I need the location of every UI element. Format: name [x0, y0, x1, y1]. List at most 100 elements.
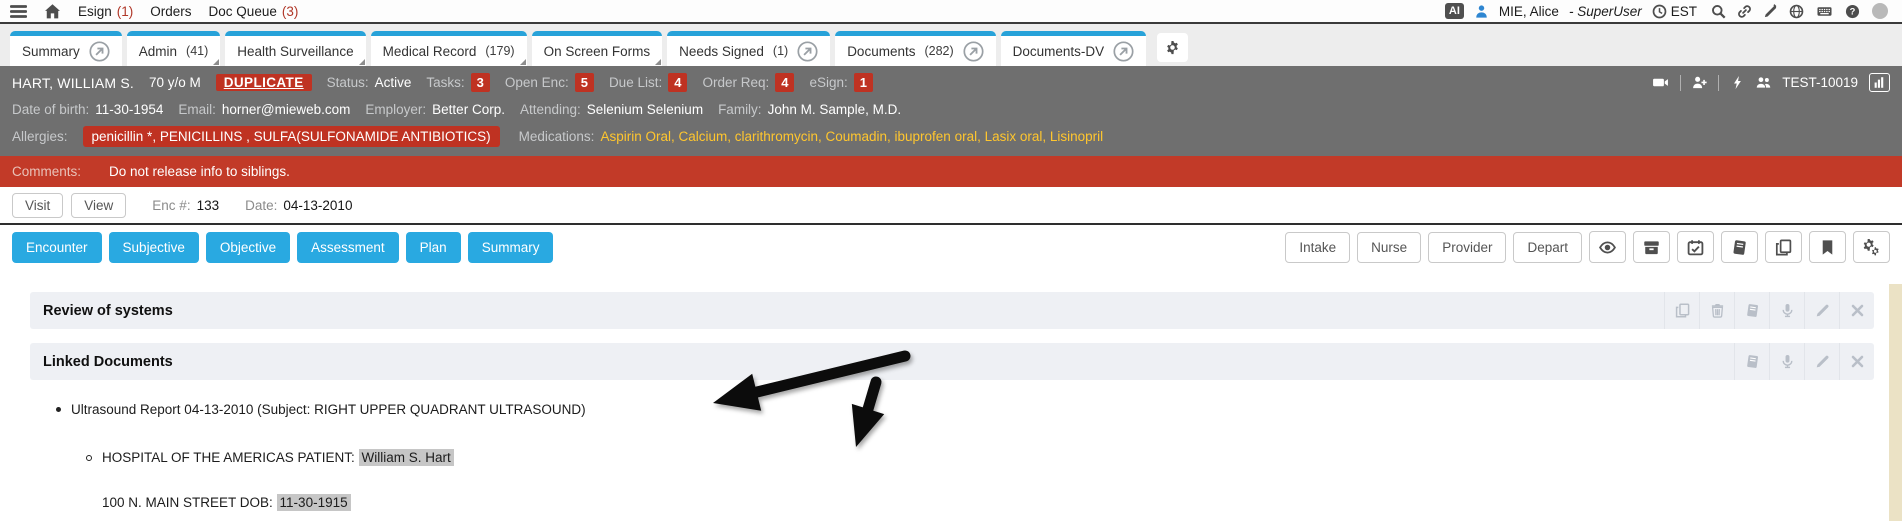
microphone-icon[interactable]	[1769, 292, 1804, 329]
encounter-number: Enc #: 133	[152, 198, 219, 213]
ai-badge[interactable]: AI	[1445, 3, 1464, 19]
comments-bar: Comments: Do not release info to sibling…	[0, 156, 1902, 187]
tab-on-screen-forms[interactable]: On Screen Forms	[532, 31, 663, 66]
users-icon[interactable]	[1756, 75, 1771, 90]
user-icon[interactable]	[1474, 4, 1489, 19]
link-icon[interactable]	[1737, 4, 1752, 19]
counter-label: Open Enc:	[505, 75, 569, 90]
user-role: - SuperUser	[1569, 4, 1642, 19]
view-button[interactable]: View	[71, 193, 126, 218]
eye-icon[interactable]	[1589, 231, 1626, 263]
document-line-2: HOSPITAL OF THE AMERICAS PATIENT: Willia…	[86, 450, 1902, 465]
popout-icon[interactable]	[797, 41, 818, 62]
bolt-icon[interactable]	[1730, 75, 1745, 90]
svg-text:?: ?	[1850, 6, 1856, 16]
trash-icon[interactable]	[1699, 292, 1734, 329]
tab-settings-gear-icon[interactable]	[1157, 33, 1188, 62]
enc-value: 133	[197, 198, 220, 213]
archive-icon[interactable]	[1633, 231, 1670, 263]
tab-medical-record[interactable]: Medical Record(179)	[371, 31, 527, 66]
pen-icon[interactable]	[1763, 4, 1778, 19]
counter-badge: 3	[471, 73, 490, 92]
tab-label: Health Surveillance	[237, 44, 353, 59]
close-icon[interactable]	[1839, 343, 1874, 380]
section-title: Review of systems	[43, 303, 173, 319]
microphone-icon[interactable]	[1769, 343, 1804, 380]
comments-label: Comments:	[12, 164, 81, 179]
popout-icon[interactable]	[89, 41, 110, 62]
book-icon[interactable]	[1721, 231, 1758, 263]
counter-due-list[interactable]: Due List:4	[609, 73, 688, 92]
home-icon[interactable]	[44, 3, 61, 20]
search-icon[interactable]	[1711, 4, 1726, 19]
tab-summary[interactable]: Summary	[10, 31, 122, 66]
counter-order-req[interactable]: Order Req: 4	[702, 73, 794, 92]
tab-documents-dv[interactable]: Documents-DV	[1001, 31, 1147, 66]
linked-document-content: Ultrasound Report 04-13-2010 (Subject: R…	[56, 402, 1902, 510]
hamburger-icon[interactable]	[10, 3, 27, 20]
timezone[interactable]: EST	[1652, 4, 1697, 19]
allergies-value[interactable]: penicillin *, PENICILLINS , SULFA(SULFON…	[83, 126, 500, 147]
nav-button-objective[interactable]: Objective	[206, 232, 290, 263]
status-value: Active	[375, 75, 412, 90]
demo-attending: Attending:Selenium Selenium	[520, 102, 703, 117]
nav-button-encounter[interactable]: Encounter	[12, 232, 102, 263]
close-icon[interactable]	[1839, 292, 1874, 329]
nav-button-subjective[interactable]: Subjective	[109, 232, 199, 263]
copy-icon[interactable]	[1765, 231, 1802, 263]
barchart-icon[interactable]	[1869, 73, 1890, 92]
nav-button-summary[interactable]: Summary	[468, 232, 554, 263]
visit-button[interactable]: Visit	[12, 193, 63, 218]
counter-tasks[interactable]: Tasks:3	[426, 73, 490, 92]
stage-button-intake[interactable]: Intake	[1285, 232, 1350, 263]
help-icon[interactable]: ?	[1845, 4, 1860, 19]
enc-label: Enc #:	[152, 198, 190, 213]
document-line-1[interactable]: Ultrasound Report 04-13-2010 (Subject: R…	[56, 402, 1902, 417]
copy-icon[interactable]	[1664, 292, 1699, 329]
chart-tab-bar: Summary Admin(41) Health Surveillance Medic…	[0, 24, 1902, 66]
counter-label: Order Req:	[702, 75, 769, 90]
menu-item-esign[interactable]: Esign(1)	[78, 4, 133, 19]
tab-label: Needs Signed	[679, 44, 764, 59]
bookmark-icon[interactable]	[1809, 231, 1846, 263]
medications-label: Medications:	[519, 129, 595, 144]
stage-button-provider[interactable]: Provider	[1428, 232, 1506, 263]
popout-icon[interactable]	[963, 41, 984, 62]
duplicate-flag[interactable]: DUPLICATE	[216, 74, 312, 91]
document-title: Ultrasound Report 04-13-2010 (Subject: R…	[71, 402, 586, 417]
pencil-icon[interactable]	[1804, 292, 1839, 329]
keyboard-icon[interactable]	[1815, 4, 1834, 19]
counter-badge: 4	[775, 73, 794, 92]
gears-icon[interactable]	[1853, 231, 1890, 263]
separator	[1718, 75, 1719, 91]
menu-item-orders[interactable]: Orders	[150, 4, 191, 19]
calendar-icon[interactable]	[1677, 231, 1714, 263]
stage-button-nurse[interactable]: Nurse	[1357, 232, 1421, 263]
medications-value[interactable]: Aspirin Oral, Calcium, clarithromycin, C…	[600, 129, 1103, 144]
nav-button-assessment[interactable]: Assessment	[297, 232, 399, 263]
tab-needs-signed[interactable]: Needs Signed(1)	[667, 31, 830, 66]
popout-icon[interactable]	[1113, 41, 1134, 62]
menu-item-doc-queue[interactable]: Doc Queue(3)	[209, 4, 299, 19]
tab-label: Summary	[22, 44, 80, 59]
video-camera-icon[interactable]	[1652, 74, 1669, 91]
demo-value: Better Corp.	[432, 102, 505, 117]
tab-admin[interactable]: Admin(41)	[127, 31, 221, 66]
counter-open-enc[interactable]: Open Enc:5	[505, 73, 594, 92]
person-add-icon[interactable]	[1692, 75, 1707, 90]
book-icon[interactable]	[1734, 343, 1769, 380]
patient-name[interactable]: HART, WILLIAM S.	[12, 75, 134, 91]
globe-icon[interactable]	[1789, 4, 1804, 19]
stage-button-depart[interactable]: Depart	[1513, 232, 1582, 263]
nav-button-plan[interactable]: Plan	[406, 232, 461, 263]
tab-documents[interactable]: Documents(282)	[835, 31, 995, 66]
tab-health-surveillance[interactable]: Health Surveillance	[225, 31, 365, 66]
timezone-label: EST	[1671, 4, 1697, 19]
counter-esign[interactable]: eSign:1	[809, 73, 873, 92]
demo-value: Selenium Selenium	[587, 102, 703, 117]
side-scroll-strip[interactable]	[1889, 284, 1902, 521]
book-icon[interactable]	[1734, 292, 1769, 329]
pencil-icon[interactable]	[1804, 343, 1839, 380]
patient-demographics: Date of birth:11-30-1954Email:horner@mie…	[12, 98, 1890, 121]
section-actions	[1734, 343, 1874, 380]
